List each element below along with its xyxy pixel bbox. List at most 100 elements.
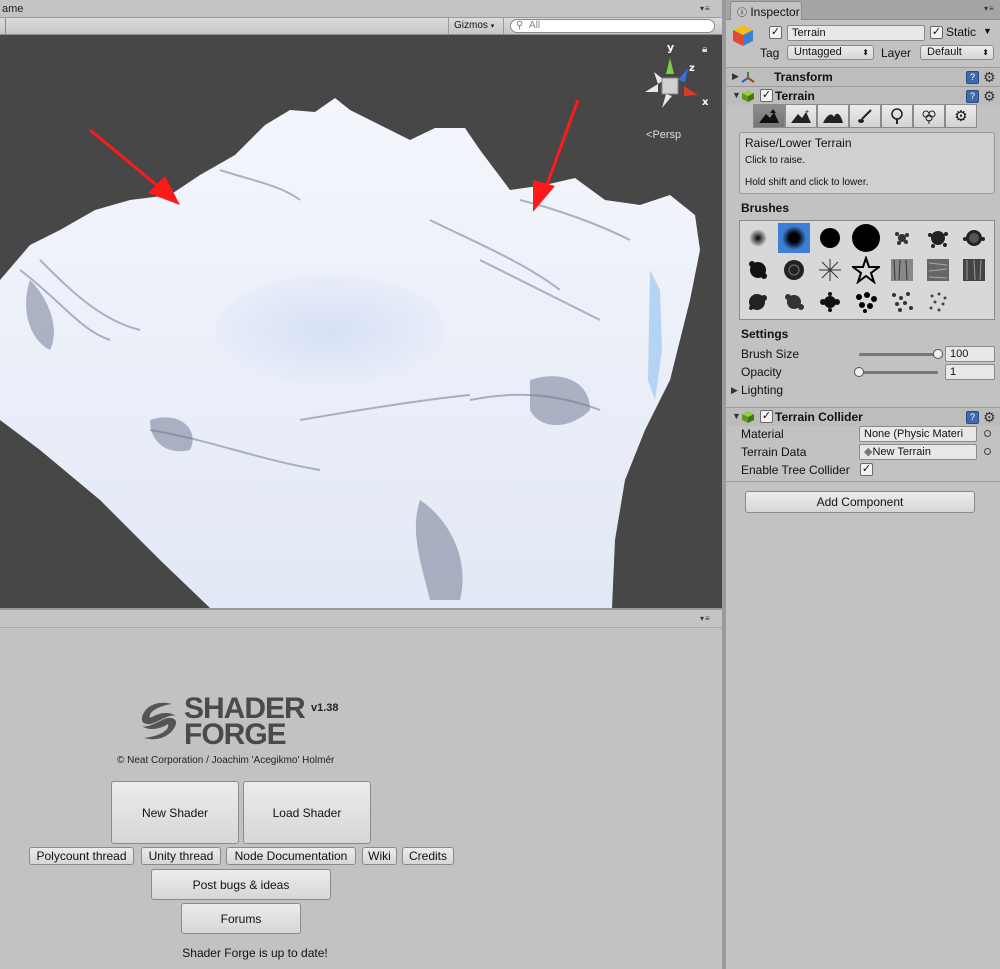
enable-tree-collider-checkbox[interactable]: ✓ — [860, 463, 873, 476]
credit-label: © Neat Corporation / Joachim 'Acegikmo' … — [117, 755, 335, 766]
terrain-viewport[interactable] — [0, 35, 722, 608]
shader-forge-tab-bar: ▾≡ — [0, 610, 722, 628]
scene-tab-label[interactable]: ame — [2, 3, 23, 15]
gizmo-y-cone[interactable] — [666, 58, 674, 74]
svg-text:+: + — [805, 109, 809, 116]
logo-line-forge: FORGE — [184, 718, 287, 751]
enable-tree-collider-label: Enable Tree Collider — [741, 463, 850, 477]
forums-button[interactable]: Forums — [181, 903, 301, 934]
brush-soft-medium[interactable] — [778, 223, 810, 253]
post-bugs-button[interactable]: Post bugs & ideas — [151, 869, 331, 900]
load-shader-button[interactable]: Load Shader — [243, 781, 371, 844]
brush-dots-2[interactable] — [886, 287, 918, 317]
active-checkbox[interactable]: ✓ — [769, 26, 782, 39]
tag-dropdown[interactable]: Untagged ⬍ — [787, 45, 874, 60]
foldout-arrow-icon[interactable]: ▼ — [732, 411, 741, 421]
object-picker-icon[interactable] — [984, 448, 991, 455]
chevron-down-icon: ▾ — [490, 23, 495, 30]
terrain-data-object-field[interactable]: ◆New Terrain — [859, 444, 977, 460]
collider-enabled-checkbox[interactable]: ✓ — [760, 410, 773, 423]
brush-size-slider-knob[interactable] — [933, 349, 943, 359]
terrain-component-header[interactable]: ▼ ✓ Terrain ? ⚙ — [726, 86, 1000, 105]
scene-view[interactable]: ame ▾≡ Gizmos ▾ ⚲ All y z x 🔒︎ <Persp — [0, 0, 722, 608]
wiki-link[interactable]: Wiki — [362, 847, 397, 865]
transform-component-header[interactable]: ▶ Transform ? ⚙ — [726, 67, 1000, 86]
panel-menu-icon[interactable]: ▾≡ — [984, 4, 995, 13]
gizmos-label: Gizmos — [454, 20, 488, 31]
opacity-input[interactable]: 1 — [945, 364, 995, 380]
node-documentation-link[interactable]: Node Documentation — [226, 847, 356, 865]
brush-splatter-1[interactable] — [886, 223, 918, 253]
static-checkbox[interactable]: ✓ — [930, 26, 943, 39]
brush-splatter-3[interactable] — [958, 223, 990, 253]
brush-noise-2[interactable] — [922, 255, 954, 285]
brush-soft-small[interactable] — [742, 223, 774, 253]
brush-size-input[interactable]: 100 — [945, 346, 995, 362]
brush-hard-medium[interactable] — [814, 223, 846, 253]
scene-search-input[interactable]: ⚲ All — [510, 19, 715, 33]
smooth-height-icon — [823, 113, 843, 123]
layer-dropdown[interactable]: Default ⬍ — [920, 45, 994, 60]
opacity-slider[interactable] — [859, 371, 938, 374]
brush-size-slider[interactable] — [859, 353, 938, 356]
gear-icon[interactable]: ⚙ — [983, 409, 996, 426]
terrain-settings-tool-button[interactable]: ⚙ — [945, 104, 977, 128]
opacity-slider-knob[interactable] — [854, 367, 864, 377]
brush-starburst[interactable] — [814, 255, 846, 285]
lighting-foldout[interactable]: Lighting — [741, 383, 783, 397]
raise-lower-tool-button[interactable] — [753, 104, 785, 128]
material-object-field[interactable]: None (Physic Materi — [859, 426, 977, 442]
foldout-arrow-icon[interactable]: ▼ — [732, 90, 741, 100]
brush-dots-3[interactable] — [922, 287, 954, 317]
brush-rough-2[interactable] — [778, 255, 810, 285]
terrain-data-value: New Terrain — [872, 446, 931, 458]
terrain-enabled-checkbox[interactable]: ✓ — [760, 89, 773, 102]
place-trees-tool-button[interactable] — [881, 104, 913, 128]
transform-icon — [741, 72, 755, 83]
scene-tab-bar: ame ▾≡ — [0, 0, 722, 18]
persp-toggle[interactable]: <Persp — [646, 129, 681, 141]
foldout-arrow-icon[interactable]: ▶ — [731, 385, 738, 396]
terrain-collider-header[interactable]: ▼ ✓ Terrain Collider ? ⚙ — [726, 407, 1000, 426]
lock-icon[interactable]: 🔒︎ — [702, 44, 707, 55]
chevron-down-icon[interactable]: ▼ — [983, 26, 992, 36]
object-picker-icon[interactable] — [984, 430, 991, 437]
tab-inspector[interactable]: ⓘ Inspector — [730, 1, 802, 20]
polycount-thread-link[interactable]: Polycount thread — [29, 847, 134, 865]
brush-star[interactable] — [850, 255, 882, 285]
brush-blob-1[interactable] — [742, 287, 774, 317]
gear-icon[interactable]: ⚙ — [983, 88, 996, 105]
new-shader-button[interactable]: New Shader — [111, 781, 239, 844]
smooth-height-tool-button[interactable] — [817, 104, 849, 128]
help-book-icon[interactable]: ? — [966, 90, 979, 103]
brush-blob-2[interactable] — [778, 287, 810, 317]
terrain-collider-icon — [742, 411, 754, 423]
panel-menu-icon[interactable]: ▾≡ — [700, 4, 711, 13]
brush-noise-3[interactable] — [958, 255, 990, 285]
shader-forge-logo-text: SHADER FORGE — [184, 694, 306, 751]
gizmo-z-cone[interactable] — [678, 68, 688, 82]
credits-link[interactable]: Credits — [402, 847, 454, 865]
brush-hard-large[interactable] — [850, 223, 882, 253]
toolbar-left-edge[interactable] — [0, 18, 6, 34]
panel-menu-icon[interactable]: ▾≡ — [700, 614, 711, 623]
brush-rough-1[interactable] — [742, 255, 774, 285]
gizmos-dropdown[interactable]: Gizmos ▾ — [448, 18, 504, 34]
help-book-icon[interactable]: ? — [966, 411, 979, 424]
object-name-field[interactable]: Terrain — [787, 25, 925, 41]
flower-icon — [922, 110, 936, 124]
brush-blob-3[interactable] — [814, 287, 846, 317]
help-book-icon[interactable]: ? — [966, 71, 979, 84]
inspector-panel: ⓘ Inspector ▾≡ ✓ Terrain ✓ Static ▼ Tag … — [726, 0, 1000, 969]
paint-details-tool-button[interactable] — [913, 104, 945, 128]
brush-splatter-2[interactable] — [922, 223, 954, 253]
gear-icon[interactable]: ⚙ — [983, 69, 996, 86]
foldout-arrow-icon[interactable]: ▶ — [732, 71, 739, 82]
brush-noise-1[interactable] — [886, 255, 918, 285]
add-component-button[interactable]: Add Component — [745, 491, 975, 513]
gizmo-x-cone[interactable] — [684, 86, 698, 96]
paint-height-tool-button[interactable]: + — [785, 104, 817, 128]
paint-texture-tool-button[interactable] — [849, 104, 881, 128]
unity-thread-link[interactable]: Unity thread — [141, 847, 221, 865]
brush-dots-1[interactable] — [850, 287, 882, 317]
